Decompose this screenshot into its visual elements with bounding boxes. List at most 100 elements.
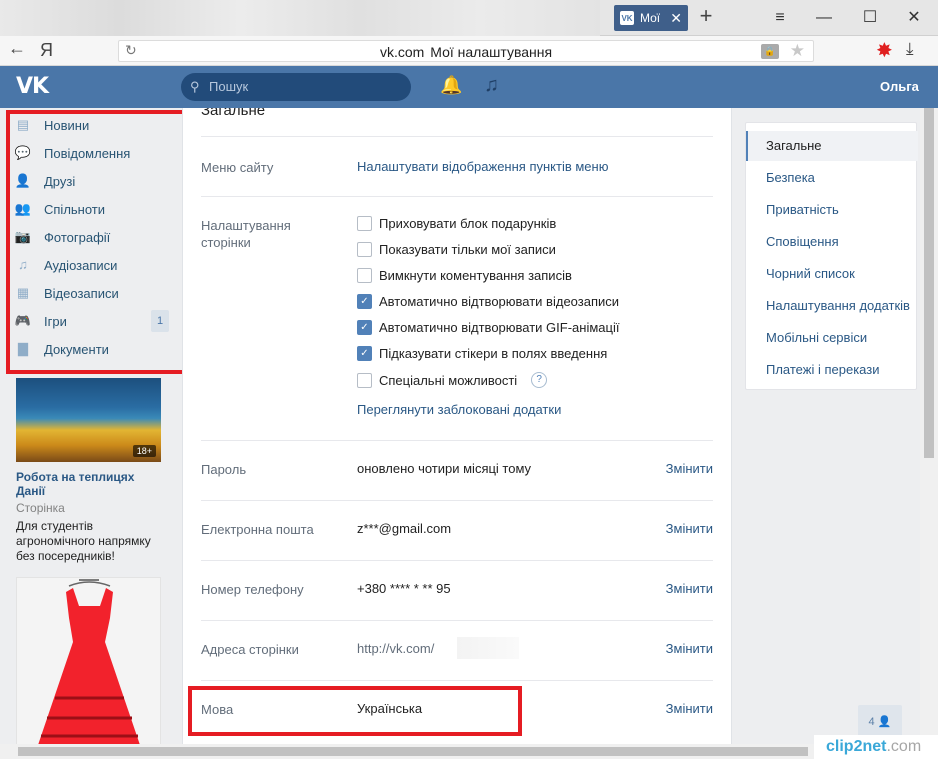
settings-menu-item-7[interactable]: Платежі і перекази [746,355,918,385]
sidebar-item-6[interactable]: ▦ Відеозаписи [14,281,169,305]
url-page-title: Мої налаштування [430,44,553,60]
sidebar-item-4[interactable]: 📷 Фотографії [14,225,169,249]
friends-icon: 👤 [14,173,32,188]
sidebar-item-3[interactable]: 👥 Спільноти [14,197,169,221]
sidebar-item-7[interactable]: 🎮 Ігри 1 [14,309,169,333]
sidebar-item-label: Друзі [44,173,76,189]
bookmark-star-icon[interactable]: ★ [790,41,805,61]
minimize-icon[interactable]: — [812,6,836,30]
sidebar-item-5[interactable]: ♫ Аудіозаписи [14,253,169,277]
watermark-brand: clip2net [826,738,887,755]
search-input[interactable]: ⚲ Пошук [181,73,411,101]
change-phone-button[interactable]: Змінити [666,581,713,596]
user-name[interactable]: Ольга [880,79,919,94]
password-row: Пароль оновлено чотири місяці тому Зміни… [201,440,713,500]
active-tab[interactable]: VK Мої ✕ [614,5,688,31]
checkbox-unchecked[interactable] [357,216,372,231]
checkbox-checked[interactable]: ✓ [357,346,372,361]
sidebar-item-2[interactable]: 👤 Друзі [14,169,169,193]
greenhouse-image[interactable]: 18+ [16,378,161,462]
friends-online-button[interactable]: 4 👤 [858,705,902,739]
settings-menu-item-6[interactable]: Мобільні сервіси [746,323,918,353]
option-checkbox-row[interactable]: ✓ Автоматично відтворювати відеозаписи [357,294,619,309]
messages-icon: 💬 [14,145,32,160]
checkbox-checked[interactable]: ✓ [357,320,372,335]
settings-menu-item-1[interactable]: Безпека [746,163,918,193]
ad-subtitle: Сторінка [16,501,65,515]
document-icon: ▇ [18,341,28,356]
option-checkbox-row[interactable]: ✓ Автоматично відтворювати GIF-анімації [357,320,619,335]
option-label: Спеціальні можливості [379,372,518,388]
vertical-scrollbar[interactable] [920,108,938,744]
search-icon: ⚲ [190,79,200,94]
ad-description: Для студентів агрономічного напрямку без… [16,519,151,563]
new-tab-button[interactable]: + [696,4,716,30]
option-checkbox-row[interactable]: Показувати тільки мої записи [357,242,556,257]
page-settings-label: Налаштування сторінки [201,218,291,250]
url-field[interactable]: ↻ vk.com Мої налаштування 🔒 ★ [118,40,814,62]
close-tab-icon[interactable]: ✕ [670,10,682,27]
menu-icon[interactable]: ≡ [768,6,792,30]
gamepad-icon: 🎮 [14,313,32,328]
language-highlight [188,686,522,736]
horizontal-scroll-thumb[interactable] [18,747,808,756]
extension-icon[interactable]: ✸ [876,38,893,63]
option-checkbox-row[interactable]: Приховувати блок подарунків [357,216,556,231]
lock-icon[interactable]: 🔒 [761,44,779,59]
sidebar-item-1[interactable]: 💬 Повідомлення [14,141,169,165]
checkbox-unchecked[interactable] [357,268,372,283]
notifications-bell-icon[interactable]: 🔔 [440,75,462,96]
horizontal-scrollbar[interactable] [0,744,920,759]
ad-block[interactable]: 18+ Робота на теплицях Данії Сторінка Дл… [16,378,161,564]
change-language-button[interactable]: Змінити [666,701,713,716]
dress-ad-image[interactable] [16,577,161,747]
sidebar-item-label: Новини [44,117,90,133]
settings-menu-item-2[interactable]: Приватність [746,195,918,225]
download-icon[interactable]: ⤓ [906,39,914,59]
option-label: Приховувати блок подарунків [379,216,557,231]
search-placeholder: Пошук [209,79,249,94]
site-menu-label: Меню сайту [201,160,274,175]
yandex-logo[interactable]: Я [40,40,53,61]
news-icon: ▤ [16,117,30,132]
option-checkbox-row[interactable]: ✓ Підказувати стікери в полях введення [357,346,607,361]
sidebar-item-8[interactable]: ▇ Документи [14,337,169,361]
phone-value: +380 **** * ** 95 [357,581,451,596]
checkbox-unchecked[interactable] [357,372,372,388]
change-email-button[interactable]: Змінити [666,521,713,536]
settings-menu-item-0[interactable]: Загальне [746,131,918,161]
back-button[interactable]: ← [8,38,26,59]
option-checkbox-row[interactable]: Спеціальні можливості? [357,372,548,388]
help-icon[interactable]: ? [531,372,548,388]
maximize-icon[interactable]: ☐ [858,6,882,30]
music-icon[interactable]: ♫ [484,74,499,97]
watermark-suffix: .com [886,738,922,755]
checkbox-unchecked[interactable] [357,242,372,257]
blocked-apps-link[interactable]: Переглянути заблоковані додатки [357,402,561,417]
site-menu-link[interactable]: Налаштувати відображення пунктів меню [357,159,608,174]
age-badge: 18+ [132,445,156,457]
password-value: оновлено чотири місяці тому [357,461,532,476]
ad-title[interactable]: Робота на теплицях Данії [16,470,161,498]
close-window-icon[interactable]: ✕ [902,6,926,30]
change-address-button[interactable]: Змінити [666,641,713,656]
vk-favicon-icon: VK [620,11,634,25]
phone-label: Номер телефону [201,582,304,597]
email-row: Електронна пошта z***@gmail.com Змінити [201,500,713,560]
option-label: Вимкнути коментування записів [379,268,572,283]
vk-logo[interactable]: VK [16,74,49,99]
blurred-username [457,637,519,659]
settings-menu-item-4[interactable]: Чорний список [746,259,918,289]
settings-menu-item-5[interactable]: Налаштування додатків [746,291,918,321]
checkbox-checked[interactable]: ✓ [357,294,372,309]
vk-header: VK ⚲ Пошук 🔔 ♫ Ольга [0,66,938,108]
camera-icon: 📷 [14,229,32,244]
change-password-button[interactable]: Змінити [666,461,713,476]
watermark: clip2net.com [814,735,938,759]
settings-menu-item-3[interactable]: Сповіщення [746,227,918,257]
option-checkbox-row[interactable]: Вимкнути коментування записів [357,268,572,283]
vertical-scroll-thumb[interactable] [924,108,934,458]
sidebar-item-0[interactable]: ▤ Новини [14,113,169,137]
sidebar-item-label: Фотографії [44,229,111,245]
page-settings-row: Налаштування сторінки Приховувати блок п… [201,196,713,440]
